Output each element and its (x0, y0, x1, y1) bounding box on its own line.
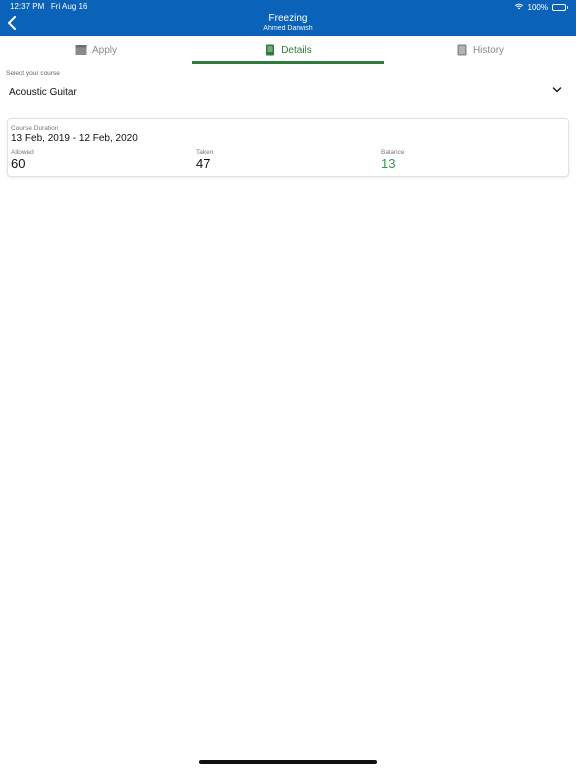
taken-label: Taken (196, 149, 214, 156)
taken-stat: Taken 47 (196, 149, 213, 171)
document-icon (266, 44, 275, 56)
status-date-text: Fri Aug 16 (50, 2, 88, 11)
course-select-label: Select your course (6, 70, 60, 77)
wifi-icon (514, 2, 524, 12)
tab-bar: Apply Details History (0, 36, 576, 64)
taken-value: 47 (196, 156, 211, 171)
balance-value: 13 (381, 156, 396, 171)
battery-percent: 100% (527, 2, 548, 12)
course-details-card: Course Duration 13 Feb, 2019 - 12 Feb, 2… (7, 118, 569, 177)
tab-apply[interactable]: Apply (0, 36, 192, 64)
balance-label: Balance (381, 149, 405, 156)
duration-label: Course Duration (11, 125, 59, 132)
tab-history[interactable]: History (384, 36, 576, 64)
tab-details-label: Details (281, 44, 312, 56)
battery-icon (552, 3, 568, 11)
tab-details[interactable]: Details (192, 36, 384, 64)
page-subtitle: Ahmed Darwish (263, 25, 313, 32)
home-indicator[interactable] (199, 760, 377, 764)
allowed-stat: Allowed 60 (11, 149, 34, 171)
list-document-icon (457, 44, 467, 56)
page-title: Freezing (268, 13, 308, 24)
course-select[interactable]: Acoustic Guitar (0, 81, 576, 103)
balance-stat: Balance 13 (381, 149, 405, 171)
status-time-text: 12:37 PM (10, 2, 45, 11)
status-indicators: 100% (514, 2, 568, 12)
allowed-label: Allowed (11, 149, 34, 156)
calendar-icon (75, 45, 87, 55)
allowed-value: 60 (11, 156, 26, 171)
tab-apply-label: Apply (91, 44, 117, 56)
chevron-down-icon[interactable] (552, 85, 562, 95)
app-header: 12:37 PM Fri Aug 16 100% Freezing Ahmed … (0, 0, 576, 36)
tab-history-label: History (472, 44, 505, 56)
status-time: 12:37 PM Fri Aug 16 (10, 2, 87, 11)
course-select-value: Acoustic Guitar (9, 86, 77, 98)
duration-value: 13 Feb, 2019 - 12 Feb, 2020 (11, 133, 138, 144)
header-title-block: Freezing Ahmed Darwish (0, 13, 576, 32)
